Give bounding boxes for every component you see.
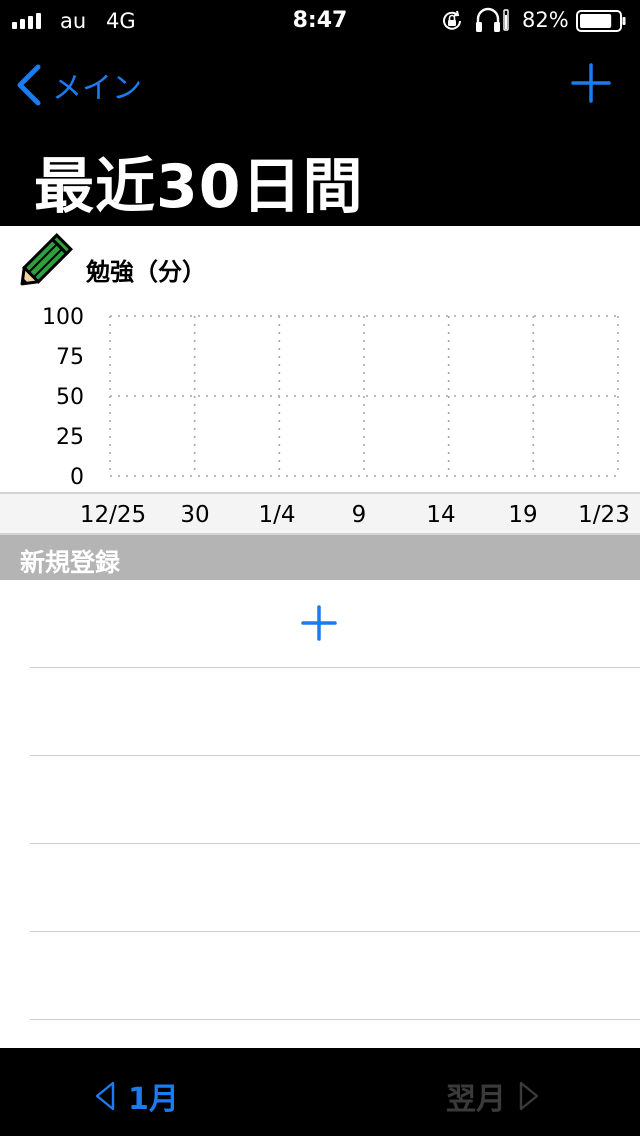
triangle-left-icon — [95, 1081, 115, 1111]
chart-x-tick-label: 9 — [351, 502, 367, 528]
new-entry-row[interactable] — [0, 580, 640, 668]
chart-x-tick-label: 1/23 — [578, 502, 630, 528]
list-item — [0, 844, 640, 932]
chart-x-tick-label: 19 — [508, 502, 538, 528]
next-month-label: 翌月 — [446, 1082, 506, 1117]
back-button-label: メイン — [52, 71, 142, 106]
page-title: 最近30日間 — [34, 152, 364, 222]
list-item — [0, 668, 640, 756]
battery-icon — [576, 10, 626, 32]
chart-x-axis: 12/25 30 1/4 9 14 19 1/23 — [0, 492, 640, 535]
triangle-right-icon — [519, 1081, 539, 1111]
navigation-bar: メイン 最近30日間 — [0, 40, 640, 226]
entry-list — [0, 580, 640, 1020]
plus-icon[interactable] — [300, 604, 338, 642]
next-month-button[interactable]: 翌月 — [446, 1074, 540, 1118]
chart-x-tick-label: 30 — [180, 502, 210, 528]
chart-x-tick-label: 1/4 — [258, 502, 296, 528]
list-item — [0, 932, 640, 1020]
row-divider — [30, 1019, 640, 1020]
status-bar: au 4G 8:47 82% — [0, 0, 640, 40]
orientation-lock-icon — [443, 10, 461, 30]
headphone-icon — [476, 7, 509, 32]
chart-x-tick-label: 14 — [426, 502, 456, 528]
section-header: 新規登録 — [0, 535, 640, 580]
plus-icon[interactable] — [570, 62, 612, 104]
pencil-icon — [20, 233, 73, 286]
study-chart-card: 勉強（分） 100 75 50 25 0 — [0, 226, 640, 492]
chart-y-tick-label: 50 — [56, 385, 84, 410]
section-header-label: 新規登録 — [20, 548, 121, 577]
chart-y-tick-label: 0 — [70, 465, 84, 490]
list-item — [0, 756, 640, 844]
chart-plot-area: 100 75 50 25 0 — [42, 305, 619, 490]
battery-percent: 82% — [522, 8, 569, 32]
bottom-toolbar: 1月 翌月 — [0, 1048, 640, 1136]
chart-title: 勉強（分） — [86, 258, 206, 286]
chart-y-tick-label: 75 — [56, 345, 84, 370]
previous-month-label: 1月 — [128, 1082, 179, 1117]
previous-month-button[interactable]: 1月 — [94, 1074, 179, 1118]
chevron-left-icon — [17, 64, 41, 106]
chart-x-tick-label: 12/25 — [79, 502, 147, 528]
back-button[interactable]: メイン — [14, 62, 142, 108]
chart-y-tick-label: 100 — [42, 305, 84, 330]
chart-y-tick-label: 25 — [56, 425, 84, 450]
